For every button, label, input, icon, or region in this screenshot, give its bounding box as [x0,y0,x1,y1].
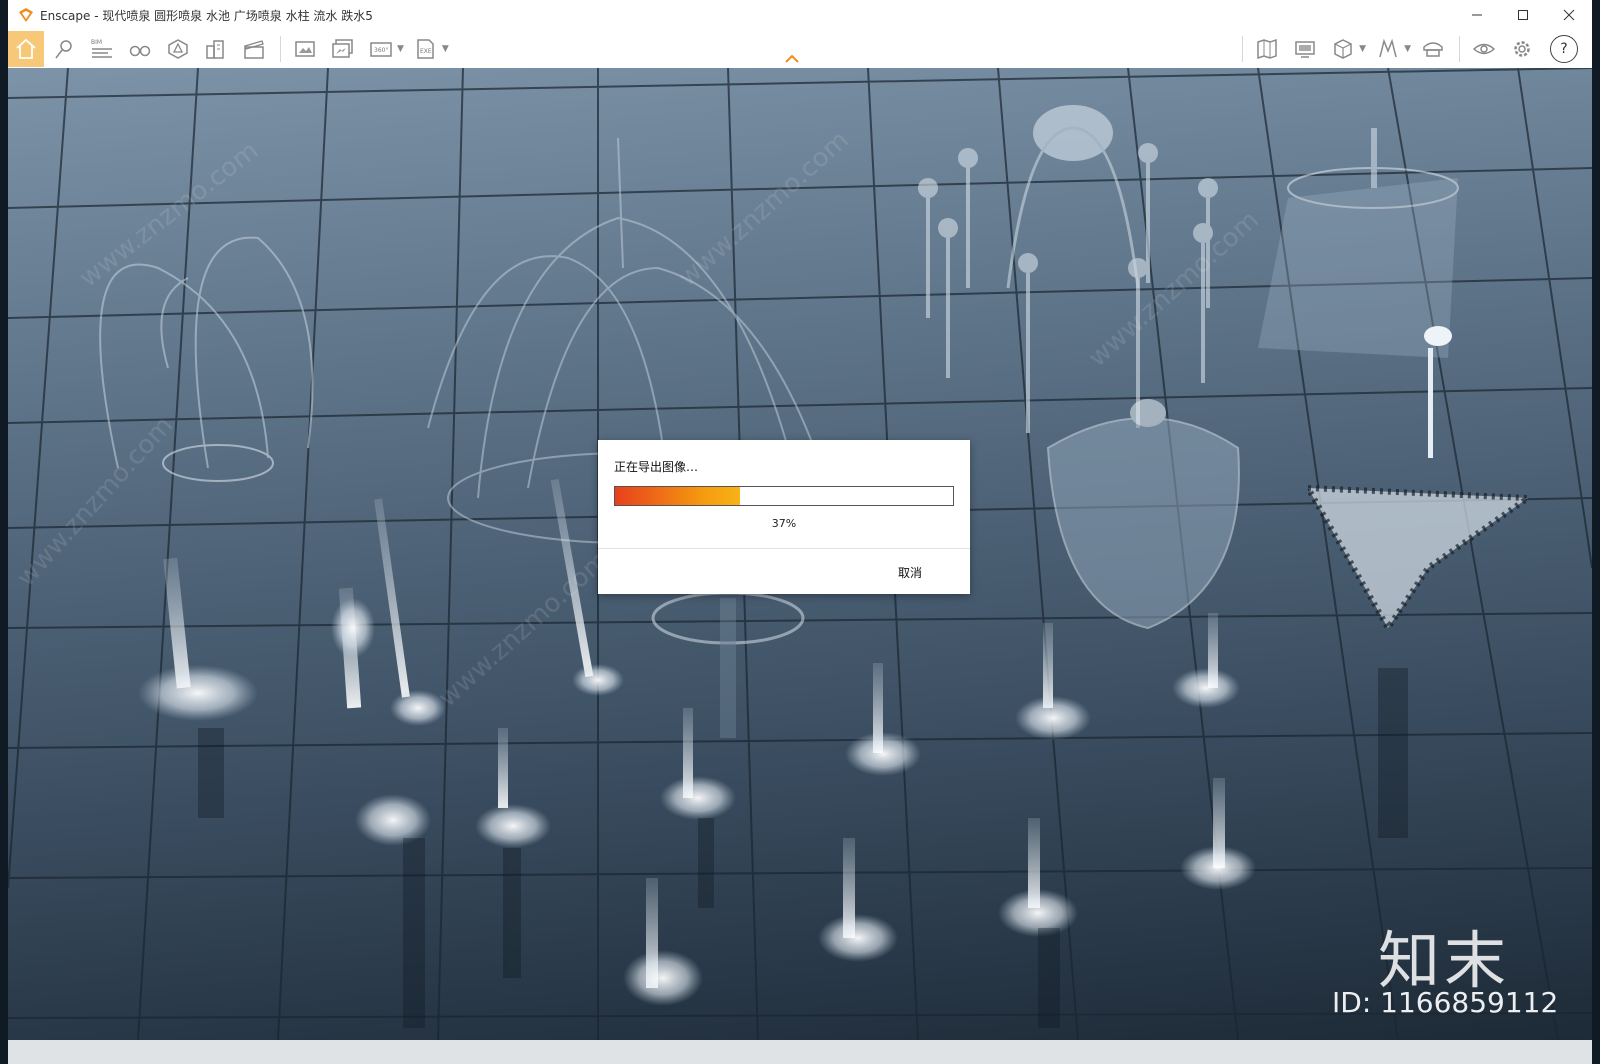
bim-label: BIM [91,39,102,46]
screenshot-button[interactable] [287,31,323,67]
progress-bar [614,486,954,506]
cube-icon [1334,39,1352,59]
video-editor-button[interactable] [236,31,272,67]
pin-icon [55,40,72,59]
minimize-button[interactable] [1454,0,1500,30]
vr-headset-button[interactable] [1370,31,1406,67]
basin-fountain [1046,399,1240,630]
export-icon: EXE [417,39,434,59]
ring-fountain [651,591,805,738]
dialog-title: 正在导出图像… [614,460,699,474]
toolbar-separator [1459,36,1460,62]
site-context-button[interactable] [198,31,234,67]
vr-dropdown-icon[interactable]: ▼ [1404,44,1411,54]
batch-render-button[interactable] [325,31,361,67]
export-progress-dialog: 正在导出图像… 37% 取消 [598,440,970,594]
toolbar: BIM 360° ▼ EXE ▼ ▼ ▼ ? [8,30,1592,69]
watermark-url: www.znzmo.com [673,125,855,293]
sync-views-button[interactable] [1325,31,1361,67]
asset-library-button[interactable] [160,31,196,67]
clapper-icon [244,40,264,59]
panorama-icon: 360° [370,42,392,57]
screenshot-icon [295,41,315,57]
panorama-label: 360° [374,47,388,54]
cap-icon [1423,42,1443,57]
toolbar-separator [280,36,281,62]
monitor-icon [1295,41,1315,58]
close-button[interactable] [1546,0,1592,30]
sync-views-dropdown-icon[interactable]: ▼ [1359,44,1366,54]
view-management-button[interactable] [46,31,82,67]
export-button[interactable]: EXE [408,31,444,67]
watermark-url: www.znzmo.com [1083,205,1265,373]
maximize-button[interactable] [1500,0,1546,30]
help-button[interactable]: ? [1550,35,1578,63]
status-strip [8,1040,1592,1064]
toolbar-separator [1242,36,1244,62]
maximize-icon [1518,10,1528,20]
atmosphere-button[interactable] [122,31,158,67]
title-bar: Enscape - 现代喷泉 圆形喷泉 水池 广场喷泉 水柱 流水 跌水5 [8,0,1592,30]
settings-button[interactable] [1504,31,1540,67]
window-title: Enscape - 现代喷泉 圆形喷泉 水池 广场喷泉 水柱 流水 跌水5 [40,8,373,23]
gear-icon [1514,41,1530,57]
collaborative-annotation-button[interactable] [1415,31,1451,67]
batch-render-icon [332,39,353,58]
map-icon [1257,38,1277,60]
splash-fountain-right [1302,326,1537,634]
eye-icon [1472,43,1496,55]
minimize-icon [1472,14,1482,16]
panorama-button[interactable]: 360° [363,31,399,67]
window-edge-left [0,0,8,1064]
enscape-logo-icon [19,8,33,22]
vr-icon [1379,38,1397,58]
export-label: EXE [420,48,432,55]
panorama-dropdown-icon[interactable]: ▼ [397,44,404,54]
bim-button[interactable]: BIM [84,31,120,67]
watermark-id: ID: 1166859112 [1332,986,1559,1019]
help-icon: ? [1560,41,1568,57]
binoculars-icon [129,45,151,57]
close-icon [1563,9,1575,21]
visual-settings-button[interactable] [1466,31,1502,67]
asset-library-icon [168,39,188,59]
bim-icon: BIM [91,39,112,58]
bell-fountain-right [1258,128,1459,358]
buildings-icon [206,40,224,59]
collapse-toolbar-icon[interactable] [784,54,800,64]
window-edge-right [1592,0,1600,1064]
watermark-url: www.znzmo.com [74,136,264,294]
export-dropdown-icon[interactable]: ▼ [442,44,449,54]
dialog-divider [598,548,970,549]
progress-bar-fill [615,487,741,505]
progress-percent: 37% [771,517,797,530]
home-button[interactable] [8,31,44,67]
monitor-button[interactable] [1287,31,1323,67]
home-icon [16,38,36,59]
map-button[interactable] [1249,31,1285,67]
cancel-button[interactable]: 取消 [898,564,922,581]
